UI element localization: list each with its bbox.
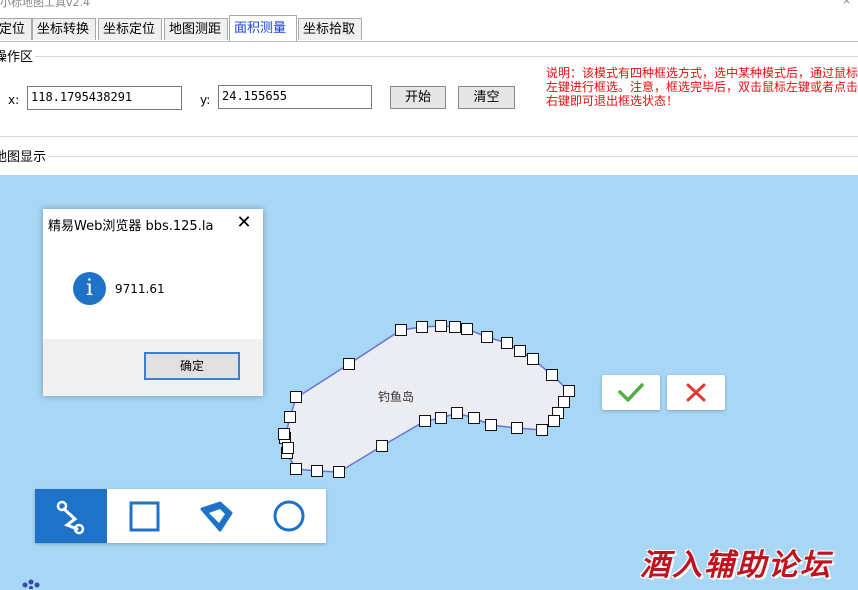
operation-group-bottom xyxy=(0,136,858,137)
message-dialog: 精易Web浏览器 bbs.125.la ✕ i 9711.61 确定 xyxy=(43,209,263,396)
y-label: y: xyxy=(200,93,211,107)
check-icon xyxy=(618,383,644,402)
instructions-note: 说明：该模式有四种框选方式，选中某种模式后，通过鼠标左键进行框选。注意，框选完毕… xyxy=(546,66,858,108)
x-label: x: xyxy=(8,93,20,107)
island-label: 钓鱼岛 xyxy=(378,390,415,404)
tab-bar: 定位 坐标转换 坐标定位 地图测距 面积测量 坐标拾取 xyxy=(0,14,858,42)
rectangle-tool-button[interactable] xyxy=(107,489,179,543)
cancel-button[interactable] xyxy=(667,375,725,410)
polygon-tool-button[interactable] xyxy=(180,489,252,543)
dialog-message: 9711.61 xyxy=(115,282,165,296)
circle-tool-icon xyxy=(273,500,305,532)
rectangle-tool-icon xyxy=(129,501,160,532)
operation-group-border xyxy=(0,56,858,57)
info-icon: i xyxy=(73,272,106,305)
tab-coord-pick[interactable]: 坐标拾取 xyxy=(298,18,362,40)
window-close-button[interactable]: × xyxy=(842,0,851,7)
map-group-label: 地图显示 xyxy=(0,146,49,165)
polygon-tool-icon xyxy=(200,501,233,532)
clear-button[interactable]: 清空 xyxy=(458,86,515,109)
dialog-ok-button[interactable]: 确定 xyxy=(144,352,240,380)
forum-watermark: 酒入辅助论坛 xyxy=(640,548,832,583)
window-title: 小标地图工具v2.4 xyxy=(0,0,91,9)
draw-toolbar xyxy=(35,489,326,543)
tab-locate[interactable]: 定位 xyxy=(0,18,32,40)
operation-group-label: 操作区 xyxy=(0,46,36,65)
polyline-tool-icon xyxy=(56,500,85,535)
tab-coord-locate[interactable]: 坐标定位 xyxy=(98,18,162,40)
map-group-border xyxy=(0,156,858,157)
tab-map-distance[interactable]: 地图测距 xyxy=(164,18,228,40)
close-icon xyxy=(686,383,706,402)
island-polygon xyxy=(284,325,570,473)
x-input[interactable]: 118.1795438291 xyxy=(27,86,182,110)
confirm-button[interactable] xyxy=(602,375,660,410)
start-button[interactable]: 开始 xyxy=(390,86,446,109)
circle-tool-button[interactable] xyxy=(253,489,325,543)
tab-area-measure[interactable]: 面积测量 xyxy=(229,15,297,41)
dialog-title: 精易Web浏览器 bbs.125.la xyxy=(48,219,214,234)
tab-coord-convert[interactable]: 坐标转换 xyxy=(32,18,96,40)
polyline-tool-button[interactable] xyxy=(35,489,107,543)
map-logo-icon xyxy=(22,579,40,589)
window-titlebar: 小标地图工具v2.4 × xyxy=(0,0,858,14)
y-input[interactable]: 24.155655 xyxy=(218,85,372,109)
dialog-close-button[interactable]: ✕ xyxy=(233,212,255,234)
